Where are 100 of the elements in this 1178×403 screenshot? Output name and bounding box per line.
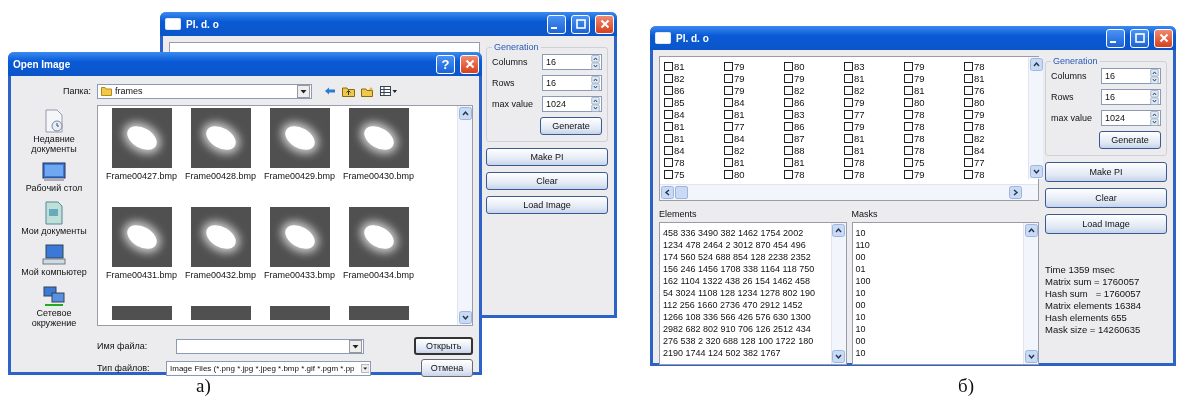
file-name[interactable]: Frame00428.bmp xyxy=(184,171,256,181)
scroll-left-icon[interactable] xyxy=(661,186,674,199)
value-checkbox[interactable]: 83 xyxy=(844,60,904,72)
view-menu-icon[interactable] xyxy=(380,86,398,96)
frame-thumbnail[interactable] xyxy=(269,306,330,320)
value-checkbox[interactable]: 80 xyxy=(964,96,1024,108)
value-checkbox[interactable]: 79 xyxy=(784,72,844,84)
value-checkbox[interactable]: 82 xyxy=(784,84,844,96)
value-checkbox[interactable]: 78 xyxy=(964,120,1024,132)
place-item[interactable]: Сетевое окружение xyxy=(14,308,94,328)
value-checkbox[interactable]: 78 xyxy=(904,108,964,120)
up-folder-icon[interactable] xyxy=(342,85,355,97)
action-button[interactable]: Load Image xyxy=(1045,214,1167,234)
close-button[interactable] xyxy=(1154,28,1173,48)
value-checkbox[interactable]: 81 xyxy=(844,72,904,84)
minimize-button[interactable] xyxy=(1106,28,1125,48)
value-checkbox[interactable]: 79 xyxy=(904,60,964,72)
value-checkbox[interactable]: 81 xyxy=(844,132,904,144)
spin-arrows-icon[interactable] xyxy=(591,54,600,70)
value-checkbox[interactable]: 78 xyxy=(904,132,964,144)
scroll-down-icon[interactable] xyxy=(1029,165,1043,178)
action-button[interactable]: Make PI xyxy=(1045,162,1167,182)
place-item[interactable]: Рабочий стол xyxy=(25,183,83,193)
file-name[interactable]: Frame00431.bmp xyxy=(105,270,177,280)
value-checkbox[interactable]: 86 xyxy=(784,120,844,132)
folder-dropdown[interactable]: frames xyxy=(97,83,312,99)
value-checkbox[interactable]: 88 xyxy=(784,144,844,156)
value-checkbox[interactable]: 82 xyxy=(964,132,1024,144)
file-name[interactable]: Frame00434.bmp xyxy=(342,270,414,280)
action-button[interactable]: Load Image xyxy=(486,196,608,214)
spin-arrows-icon[interactable] xyxy=(591,75,600,91)
value-checkbox[interactable]: 78 xyxy=(964,60,1024,72)
value-checkbox[interactable]: 84 xyxy=(964,144,1024,156)
open-button[interactable]: Открыть xyxy=(414,337,473,355)
value-checkbox[interactable]: 87 xyxy=(784,132,844,144)
value-checkbox[interactable]: 84 xyxy=(724,132,784,144)
value-checkbox[interactable]: 79 xyxy=(964,108,1024,120)
value-checkbox[interactable]: 78 xyxy=(844,168,904,180)
action-button[interactable]: Make PI xyxy=(486,148,608,166)
spin-field[interactable]: 16 xyxy=(1101,68,1161,84)
value-checkbox[interactable]: 78 xyxy=(844,156,904,168)
close-button[interactable] xyxy=(595,14,614,34)
close-button[interactable] xyxy=(460,54,479,74)
vertical-scrollbar[interactable] xyxy=(1028,57,1043,179)
horizontal-scrollbar[interactable] xyxy=(660,184,1038,200)
frame-thumbnail[interactable] xyxy=(348,207,409,267)
value-checkbox[interactable]: 79 xyxy=(904,72,964,84)
frame-thumbnail[interactable] xyxy=(190,108,251,168)
value-checkbox[interactable]: 78 xyxy=(904,120,964,132)
scroll-up-icon[interactable] xyxy=(458,107,472,120)
file-type-dropdown[interactable]: Image Files (*.png *.jpg *.jpeg *.bmp *.gif *.pgm *.pp xyxy=(166,360,371,376)
scroll-up-icon[interactable] xyxy=(1029,58,1043,71)
minimize-button[interactable] xyxy=(547,14,566,34)
spin-arrows-icon[interactable] xyxy=(1150,68,1159,84)
place-item[interactable]: Мои документы xyxy=(21,226,87,236)
frame-thumbnail[interactable] xyxy=(111,108,172,168)
frame-thumbnail[interactable] xyxy=(269,207,330,267)
vertical-scrollbar[interactable] xyxy=(457,106,472,325)
value-checkbox[interactable]: 78 xyxy=(904,144,964,156)
file-name[interactable]: Frame00433.bmp xyxy=(263,270,335,280)
value-checkbox[interactable]: 84 xyxy=(664,108,724,120)
value-checkbox[interactable]: 85 xyxy=(664,96,724,108)
value-checkbox[interactable]: 78 xyxy=(664,156,724,168)
maximize-button[interactable] xyxy=(1130,28,1149,48)
value-checkbox[interactable]: 81 xyxy=(664,132,724,144)
value-checkbox[interactable]: 84 xyxy=(664,144,724,156)
generate-button[interactable]: Generate xyxy=(540,117,602,135)
value-checkbox[interactable]: 83 xyxy=(784,108,844,120)
new-folder-icon[interactable] xyxy=(361,85,374,97)
file-name[interactable]: Frame00432.bmp xyxy=(184,270,256,280)
help-button[interactable]: ? xyxy=(436,54,455,74)
value-checkbox[interactable]: 78 xyxy=(964,168,1024,180)
vertical-scrollbar[interactable] xyxy=(830,223,846,364)
back-arrow-icon[interactable] xyxy=(324,86,336,96)
value-checkbox[interactable]: 80 xyxy=(904,96,964,108)
frame-thumbnail[interactable] xyxy=(190,207,251,267)
frame-thumbnail[interactable] xyxy=(269,108,330,168)
value-checkbox[interactable]: 81 xyxy=(784,156,844,168)
value-checkbox[interactable]: 79 xyxy=(844,96,904,108)
value-checkbox[interactable]: 81 xyxy=(724,156,784,168)
frame-thumbnail[interactable] xyxy=(111,306,172,320)
scroll-thumb[interactable] xyxy=(675,186,688,199)
frame-thumbnail[interactable] xyxy=(348,108,409,168)
value-checkbox[interactable]: 81 xyxy=(664,60,724,72)
spin-field[interactable]: 1024 xyxy=(542,96,602,112)
value-checkbox[interactable]: 82 xyxy=(844,84,904,96)
value-checkbox[interactable]: 79 xyxy=(724,72,784,84)
value-checkbox[interactable]: 77 xyxy=(844,108,904,120)
action-button[interactable]: Clear xyxy=(1045,188,1167,208)
file-name[interactable]: Frame00429.bmp xyxy=(263,171,335,181)
value-checkbox[interactable]: 75 xyxy=(664,168,724,180)
file-name[interactable]: Frame00427.bmp xyxy=(105,171,177,181)
value-checkbox[interactable]: 79 xyxy=(904,168,964,180)
value-checkbox[interactable]: 79 xyxy=(844,120,904,132)
frame-thumbnail[interactable] xyxy=(111,207,172,267)
value-checkbox[interactable]: 81 xyxy=(724,108,784,120)
vertical-scrollbar[interactable] xyxy=(1023,223,1038,364)
value-checkbox[interactable]: 81 xyxy=(844,144,904,156)
value-checkbox[interactable]: 79 xyxy=(724,84,784,96)
maximize-button[interactable] xyxy=(571,14,590,34)
